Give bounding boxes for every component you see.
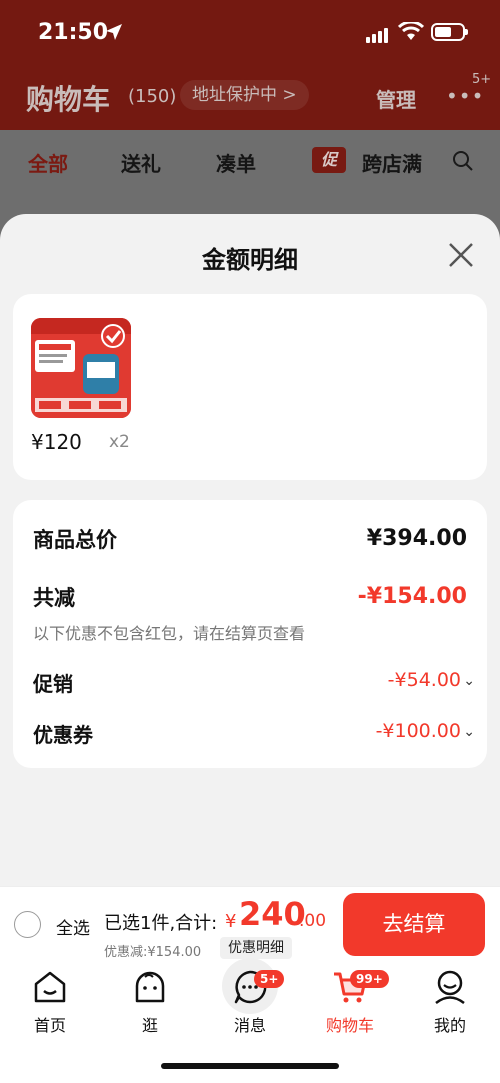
selected-items-card: ¥120 x2 <box>13 294 487 480</box>
amount-detail-sheet: 金额明细 ¥120 x2 商品总价 ¥394.00 共减 -¥154.00 以下… <box>0 214 500 886</box>
nav-profile[interactable]: 我的 <box>410 968 490 1036</box>
messages-badge: 5+ <box>254 970 285 988</box>
cart-count: (150) <box>128 86 177 107</box>
nav-cart-label: 购物车 <box>325 1016 374 1035</box>
home-indicator <box>161 1063 339 1069</box>
more-icon[interactable]: ••• <box>446 84 484 108</box>
promotion-value[interactable]: -¥54.00 <box>388 669 461 691</box>
total-currency: ¥ <box>225 911 237 932</box>
status-time: 21:50 <box>38 20 109 45</box>
select-all-checkbox[interactable] <box>14 911 41 938</box>
nav-messages-label: 消息 <box>233 1016 266 1035</box>
total-decimal: .00 <box>299 911 327 931</box>
manage-button[interactable]: 管理 <box>376 84 416 113</box>
sheet-title: 金额明细 <box>202 246 298 274</box>
checkout-bar: 全选 已选1件,合计: ¥ 240 .00 优惠减:¥154.00 优惠明细 去… <box>0 886 500 962</box>
discount-detail-button[interactable]: 优惠明细 <box>220 937 292 959</box>
cart-header: 购物车 (150) 地址保护中 > 管理 ••• 5+ <box>0 70 500 125</box>
tab-all[interactable]: 全部 <box>28 148 68 177</box>
nav-home[interactable]: 首页 <box>10 968 90 1036</box>
page-title: 购物车 <box>26 83 111 116</box>
filter-tabs: 全部 送礼 凑单 跨店满 <box>0 130 500 192</box>
selected-summary: 已选1件,合计: <box>104 913 218 934</box>
tab-gift[interactable]: 送礼 <box>121 148 161 177</box>
total-reduction-label: 共减 <box>33 586 75 610</box>
nav-home-label: 首页 <box>33 1016 66 1035</box>
nav-messages[interactable]: 消息 5+ <box>210 968 290 1036</box>
total-reduction-value: -¥154.00 <box>357 584 467 609</box>
product-image[interactable] <box>31 318 131 418</box>
chevron-down-icon[interactable]: ⌄ <box>463 673 475 689</box>
nav-profile-label: 我的 <box>433 1016 466 1035</box>
close-icon[interactable] <box>444 238 478 272</box>
home-icon <box>34 971 66 1003</box>
select-all-label[interactable]: 全选 <box>56 914 90 939</box>
signal-icon <box>366 24 390 43</box>
total-price-value: ¥394.00 <box>366 526 467 551</box>
coupon-label: 优惠券 <box>33 723 93 747</box>
more-badge: 5+ <box>472 72 492 87</box>
reduction-note: 以下优惠不包含红包，请在结算页查看 <box>33 624 306 643</box>
product-quantity: x2 <box>109 432 130 452</box>
battery-icon <box>431 23 468 41</box>
search-icon[interactable] <box>452 150 474 172</box>
total-amount: 240 <box>239 895 306 933</box>
browse-icon <box>135 971 165 1003</box>
nav-browse[interactable]: 逛 <box>110 968 190 1036</box>
nav-browse-label: 逛 <box>141 1016 158 1035</box>
wifi-icon <box>398 22 424 40</box>
cart-badge: 99+ <box>350 970 389 988</box>
address-protect-link[interactable]: 地址保护中 > <box>180 80 309 110</box>
profile-icon <box>435 970 465 1005</box>
discount-note: 优惠减:¥154.00 <box>104 945 202 960</box>
location-arrow-icon <box>106 24 122 40</box>
tab-bundle[interactable]: 凑单 <box>216 148 256 177</box>
coupon-value[interactable]: -¥100.00 <box>376 720 461 742</box>
checkout-button[interactable]: 去结算 <box>343 893 485 956</box>
nav-cart[interactable]: 购物车 99+ <box>310 968 390 1036</box>
promo-tag-icon: 促 <box>312 147 346 173</box>
price-summary-card: 商品总价 ¥394.00 共减 -¥154.00 以下优惠不包含红包，请在结算页… <box>13 500 487 768</box>
product-price: ¥120 <box>31 430 82 454</box>
promotion-label: 促销 <box>33 672 73 696</box>
chevron-down-icon[interactable]: ⌄ <box>463 724 475 740</box>
total-price-label: 商品总价 <box>33 528 117 552</box>
status-bar: 21:50 <box>0 0 500 62</box>
tab-cross-store[interactable]: 跨店满 <box>362 148 422 177</box>
